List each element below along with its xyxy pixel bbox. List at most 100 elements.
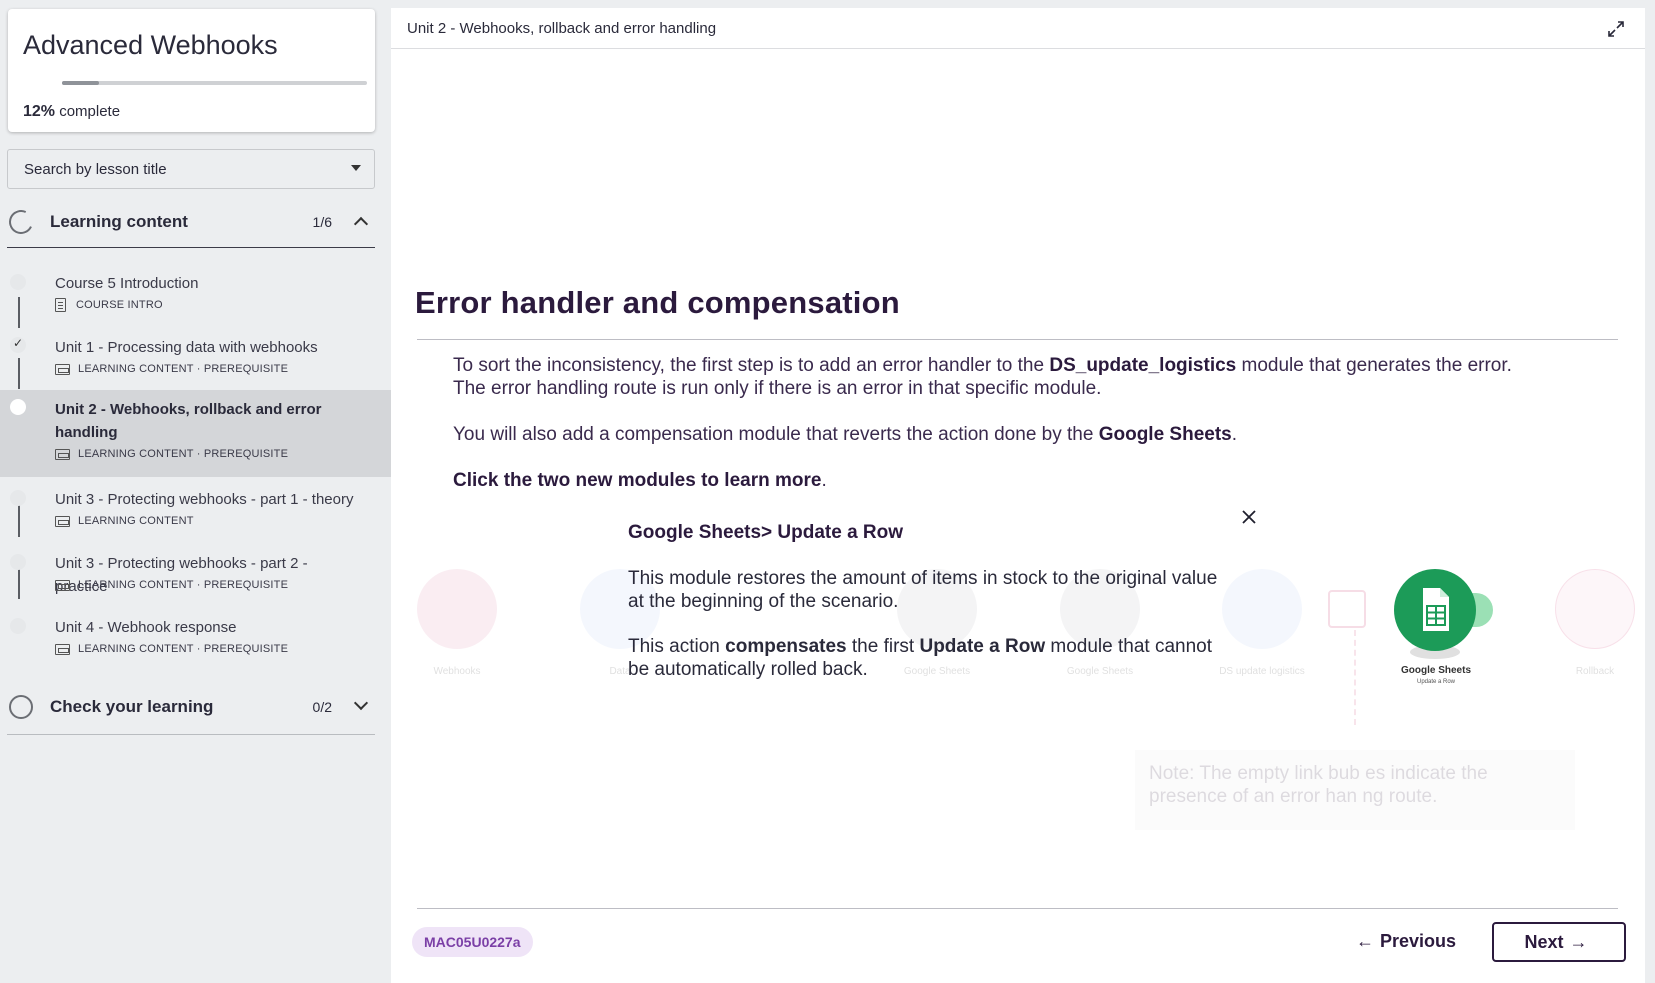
module-action-label: Update a Row — [1416, 679, 1456, 685]
lesson-meta: LEARNING CONTENT · PREREQUISITE — [55, 448, 288, 460]
lesson-item[interactable]: Unit 3 - Protecting webhooks - part 2 - … — [0, 550, 391, 605]
lesson-title: Unit 3 - Protecting webhooks - part 2 - … — [55, 555, 308, 595]
google-sheets-update-row-module[interactable] — [1394, 569, 1476, 651]
error-handler-link-icon[interactable] — [1328, 590, 1366, 628]
expand-icon[interactable] — [1607, 20, 1625, 38]
popup-text: the first — [846, 636, 920, 657]
next-button[interactable]: Next → — [1492, 922, 1626, 962]
checkmark-icon: ✓ — [13, 336, 24, 350]
error-route-line — [1354, 630, 1356, 725]
course-sidebar: Advanced Webhooks 12% complete Search by… — [0, 0, 391, 983]
arrow-right-icon: → — [1569, 931, 1588, 952]
lesson-meta: LEARNING CONTENT — [55, 515, 194, 527]
intro-paragraph: To sort the inconsistency, the first ste… — [453, 354, 1593, 400]
progress-value: 12% — [23, 103, 56, 120]
paragraph-text: The error handling route is run only if … — [453, 378, 1102, 399]
popup-bold-text: compensates — [725, 636, 847, 657]
module-name: DS_update_logistics — [1049, 355, 1237, 376]
footer-divider — [417, 908, 1618, 909]
progress-ring-icon — [5, 206, 37, 238]
lesson-item-current[interactable]: Unit 2 - Webhooks, rollback and error ha… — [0, 390, 391, 477]
popup-text: This module restores the amount of items… — [628, 568, 1218, 589]
popup-bold-text: Update a Row — [919, 636, 1046, 657]
progress-text: 12% complete — [23, 103, 120, 121]
section-divider — [7, 247, 375, 248]
lesson-meta: LEARNING CONTENT · PREREQUISITE — [55, 579, 288, 591]
webhooks-module-icon[interactable] — [417, 569, 497, 649]
google-sheets-icon — [1423, 588, 1449, 631]
progress-bar — [62, 81, 367, 85]
lesson-status-dot — [10, 490, 26, 506]
paragraph-text: module that generates the error. — [1236, 355, 1512, 376]
lesson-meta: LEARNING CONTENT · PREREQUISITE — [55, 643, 288, 655]
module-name: Google Sheets — [1098, 424, 1232, 445]
lesson-id-badge: MAC05U0227a — [412, 927, 533, 957]
popup-text: This action — [628, 636, 726, 657]
slides-icon — [55, 643, 70, 655]
caret-down-icon — [351, 165, 361, 171]
popup-text: be automatically rolled back. — [628, 659, 868, 680]
previous-label: Previous — [1379, 930, 1457, 951]
course-title: Advanced Webhooks — [23, 30, 278, 60]
lesson-title: Unit 4 - Webhook response — [55, 619, 237, 636]
lesson-meta-text: LEARNING CONTENT · PREREQUISITE — [78, 363, 289, 375]
lesson-title: Course 5 Introduction — [55, 275, 199, 292]
popup-compensation-text: This action compensates the first Update… — [628, 635, 1248, 681]
slides-icon — [55, 515, 70, 527]
compensation-paragraph: You will also add a compensation module … — [453, 423, 1593, 446]
paragraph-text: . — [1231, 424, 1238, 445]
section-count: 0/2 — [312, 699, 332, 715]
lesson-meta-text: LEARNING CONTENT · PREREQUISITE — [78, 448, 289, 460]
slides-icon — [55, 579, 70, 591]
paragraph-text: You will also add a compensation module … — [453, 424, 1099, 445]
module-name-label: Google Sheets — [1400, 665, 1471, 676]
lesson-search-placeholder: Search by lesson title — [24, 160, 167, 178]
popup-title: Google Sheets> Update a Row — [628, 522, 904, 543]
lesson-item[interactable]: Course 5 Introduction COURSE INTRO — [0, 266, 391, 321]
progress-ring-icon — [9, 695, 33, 719]
chevron-down-icon — [353, 695, 369, 711]
lesson-meta-text: COURSE INTRO — [76, 299, 163, 311]
lesson-status-dot — [10, 399, 26, 415]
lesson-title: Unit 3 - Protecting webhooks - part 1 - … — [55, 491, 354, 508]
module-info-popup: Google Sheets> Update a Row This module … — [620, 500, 1260, 690]
lesson-title: Unit 2 - Webhooks, rollback and error ha… — [55, 401, 322, 441]
section-check-your-learning[interactable]: Check your learning 0/2 — [7, 682, 375, 732]
section-divider — [7, 734, 375, 735]
lesson-meta: LEARNING CONTENT · PREREQUISITE — [55, 363, 288, 375]
lesson-item[interactable]: ✓ Unit 1 - Processing data with webhooks… — [0, 330, 391, 385]
lesson-item[interactable]: Unit 4 - Webhook response LEARNING CONTE… — [0, 614, 391, 669]
instruction-paragraph: Click the two new modules to learn more. — [453, 469, 1593, 492]
previous-button[interactable]: ← Previous — [1350, 922, 1456, 960]
module-label: Rollback — [1575, 666, 1615, 677]
next-label: Next — [1524, 931, 1564, 952]
arrow-left-icon: ← — [1355, 930, 1374, 951]
lesson-status-dot — [10, 554, 26, 570]
heading-divider — [417, 339, 1618, 340]
diagram-note: Note: The empty link bub es indicate the… — [1149, 763, 1488, 807]
paragraph-text: . — [821, 470, 827, 491]
lesson-meta-text: LEARNING CONTENT · PREREQUISITE — [78, 579, 289, 591]
unit-title: Unit 2 - Webhooks, rollback and error ha… — [407, 20, 717, 37]
progress-bar-fill — [62, 81, 99, 85]
slides-icon — [55, 448, 70, 460]
slides-icon — [55, 363, 70, 375]
popup-description: This module restores the amount of items… — [628, 567, 1248, 613]
lesson-search-dropdown[interactable]: Search by lesson title — [7, 149, 375, 189]
section-learning-content[interactable]: Learning content 1/6 — [5, 197, 375, 247]
lesson-status-dot — [10, 274, 26, 290]
section-title: Learning content — [50, 212, 188, 231]
close-icon[interactable] — [1240, 508, 1258, 526]
progress-label: complete — [59, 103, 121, 120]
rollback-module-icon[interactable] — [1555, 569, 1635, 649]
lesson-meta-text: LEARNING CONTENT — [78, 515, 194, 527]
instruction-text: Click the two new modules to learn more — [453, 470, 822, 491]
lesson-item[interactable]: Unit 3 - Protecting webhooks - part 1 - … — [0, 486, 391, 541]
section-count: 1/6 — [312, 214, 332, 230]
document-icon — [55, 298, 66, 312]
lesson-title: Unit 1 - Processing data with webhooks — [55, 339, 318, 356]
course-progress-card: Advanced Webhooks 12% complete — [8, 9, 375, 132]
lesson-meta: COURSE INTRO — [55, 298, 163, 312]
module-label: Webhooks — [433, 666, 481, 677]
paragraph-text: To sort the inconsistency, the first ste… — [453, 355, 1050, 376]
